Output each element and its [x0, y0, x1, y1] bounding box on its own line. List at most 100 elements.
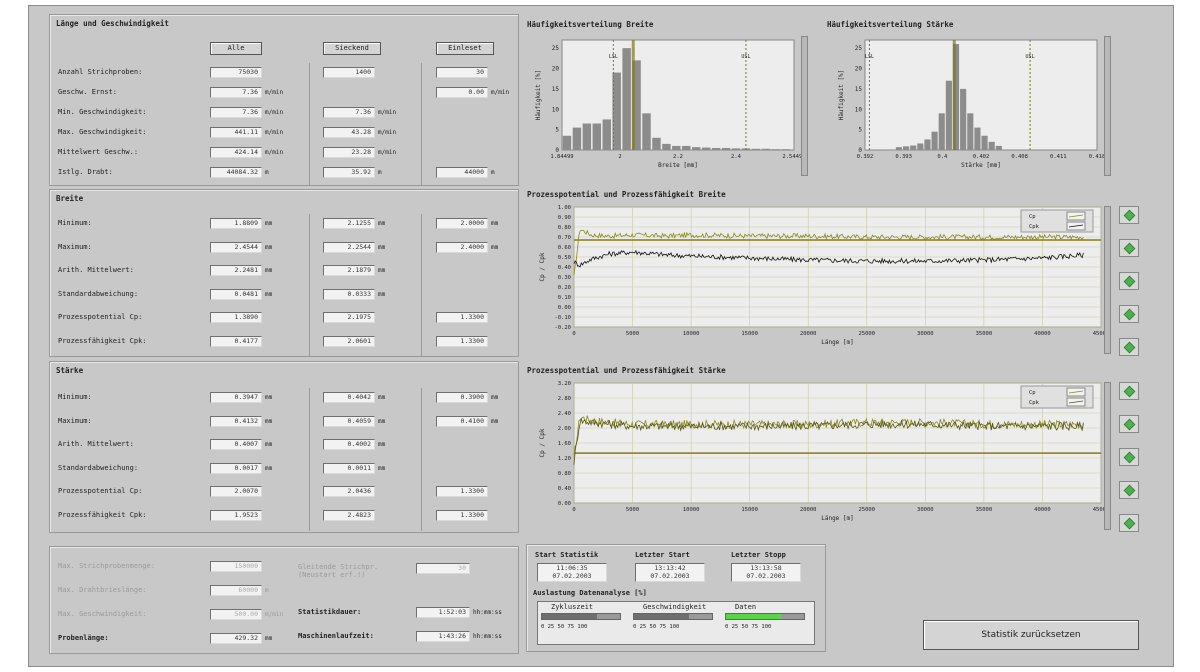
hist-bar	[981, 135, 988, 150]
line-legend-label: Cp	[1029, 390, 1036, 396]
pan-icon	[1123, 451, 1135, 463]
hist-y-tick-label: 15	[552, 86, 560, 93]
line-y-tick-label: 0.90	[558, 215, 571, 221]
hist-bar	[701, 147, 711, 150]
reset-zoom-breite-button[interactable]	[1119, 305, 1139, 323]
line-y-tick-label: 2.00	[558, 426, 571, 432]
hist-y-tick-label: 0	[858, 147, 862, 154]
line-y-tick-label: 2.40	[558, 411, 571, 417]
last-stop-field: 13:13:58 07.02.2003	[731, 563, 801, 582]
start-statistik-label: Start Statistik	[535, 551, 599, 559]
zoom-out-staerke-button[interactable]	[1119, 415, 1139, 433]
hist-x-tick-label: 0.411	[1050, 154, 1067, 160]
hist-bar	[711, 147, 721, 150]
line-x-tick-label: 20000	[800, 507, 817, 513]
line-y-tick-label: 1.20	[558, 456, 571, 462]
pan-icon	[1123, 275, 1135, 287]
auslastung-bar-fill	[726, 614, 783, 619]
hist-bar	[731, 148, 741, 150]
hist-bar	[751, 148, 761, 150]
line-y-axis-label: Cp / Cpk	[539, 252, 546, 281]
auslastung-bar-fill	[542, 614, 597, 619]
last-start-label: Letzter Start	[635, 551, 690, 559]
hist-staerke-scrollbar[interactable]	[1104, 36, 1111, 176]
statistik-zuruecksetzen-button[interactable]: Statistik zurücksetzen	[923, 620, 1139, 650]
hist-bar	[974, 127, 981, 150]
hist-bar	[692, 147, 701, 150]
line-y-tick-label: 2.80	[558, 396, 571, 402]
last-start-date: 07.02.2003	[650, 572, 690, 580]
hist-bar	[682, 145, 691, 150]
hist-y-axis-label: Häufigkeit [%]	[535, 70, 542, 121]
line-x-axis-label: Länge [m]	[821, 515, 854, 522]
hist-x-tick-label: 2	[618, 154, 621, 160]
line-y-tick-label: 0.10	[558, 295, 571, 301]
line-y-tick-label: 0.00	[558, 501, 571, 507]
proc-breite-scrollbar[interactable]	[1104, 206, 1111, 354]
last-stop-time: 13:13:58	[750, 564, 782, 572]
zoom-in-breite-button[interactable]	[1119, 206, 1139, 224]
line-x-axis-label: Länge [m]	[821, 339, 854, 346]
print-icon	[1123, 517, 1135, 529]
pan-staerke-button[interactable]	[1119, 448, 1139, 466]
hist-breite-scrollbar[interactable]	[801, 36, 808, 176]
hist-bar	[672, 145, 681, 150]
hist-usl-label: USL	[741, 54, 750, 60]
zoom-out-breite-button[interactable]	[1119, 239, 1139, 257]
start-time: 11:06:35	[556, 564, 588, 572]
line-x-tick-label: 15000	[741, 331, 758, 337]
reset-zoom-icon	[1123, 308, 1135, 320]
line-x-tick-label: 25000	[858, 507, 875, 513]
hist-bar	[924, 139, 931, 150]
print-staerke-button[interactable]	[1119, 514, 1139, 532]
auslastung-bar-label: Geschwindigkeit	[643, 603, 707, 611]
hist-x-tick-label: 0.4	[937, 154, 948, 160]
hist-bar	[931, 131, 938, 150]
line-x-tick-label: 10000	[683, 507, 700, 513]
line-y-axis-label: Cp / Cpk	[539, 428, 546, 457]
hist-bar	[771, 149, 780, 150]
line-y-tick-label: 0.60	[558, 245, 571, 251]
line-legend-label: Cpk	[1029, 224, 1040, 230]
hist-x-tick-label: 0.402	[973, 154, 990, 160]
zoom-in-icon	[1123, 209, 1135, 221]
line-x-tick-label: 5000	[626, 331, 639, 337]
application-window: Länge und Geschwindigkeit Alle Sieckend …	[28, 5, 1174, 667]
line-y-tick-label: 0.40	[558, 265, 571, 271]
hist-bar	[902, 146, 910, 150]
hist-bar	[592, 123, 602, 150]
proc-staerke-scrollbar[interactable]	[1104, 382, 1111, 530]
zoom-in-staerke-button[interactable]	[1119, 382, 1139, 400]
print-breite-button[interactable]	[1119, 338, 1139, 356]
hist-x-tick-label: 0.392	[857, 154, 874, 160]
line-x-tick-label: 0	[572, 331, 575, 337]
line-x-tick-label: 35000	[976, 507, 993, 513]
hist-y-tick-label: 20	[552, 66, 560, 73]
auslastung-label: Auslastung Datenanalyse [%]	[533, 589, 647, 597]
line-x-tick-label: 35000	[976, 331, 993, 337]
auslastung-bar-ticks: 0 25 50 75 100	[633, 624, 680, 630]
last-start-time: 13:13:42	[654, 564, 686, 572]
hist-bar	[988, 141, 995, 150]
hist-y-tick-label: 15	[855, 86, 863, 93]
line-x-tick-label: 20000	[800, 331, 817, 337]
reset-zoom-staerke-button[interactable]	[1119, 481, 1139, 499]
pan-breite-button[interactable]	[1119, 272, 1139, 290]
line-y-tick-label: 0.50	[558, 255, 571, 261]
hist-bar	[995, 145, 1002, 150]
hist-x-tick-label: 0.418	[1089, 154, 1106, 160]
hist-bar	[945, 80, 952, 150]
start-date: 07.02.2003	[552, 572, 592, 580]
line-x-tick-label: 40000	[1034, 331, 1051, 337]
hist-x-tick-label: 0.408	[1011, 154, 1028, 160]
auslastung-bar-track	[725, 613, 805, 620]
line-y-tick-label: 0.00	[558, 305, 571, 311]
hist-bar	[917, 143, 924, 150]
hist-bar	[910, 145, 917, 150]
hist-y-tick-label: 5	[858, 127, 862, 134]
hist-bar	[781, 149, 790, 150]
line-y-tick-label: 0.20	[558, 285, 571, 291]
hist-lsl-label: LSL	[609, 54, 618, 60]
hist-bar	[642, 113, 651, 150]
line-x-tick-label: 40000	[1034, 507, 1051, 513]
